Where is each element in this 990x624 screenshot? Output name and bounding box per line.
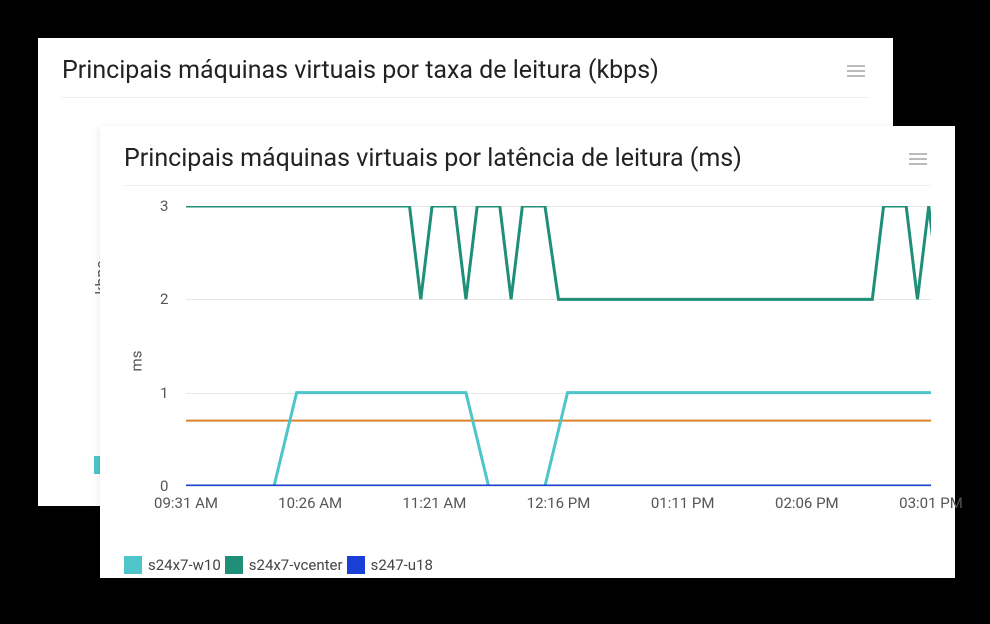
legend-label: s247-u18 (371, 556, 433, 574)
legend-item[interactable]: s24x7-vcenter (225, 556, 343, 574)
grid-line (186, 486, 931, 487)
x-tick-label: 01:11 PM (651, 494, 715, 512)
x-tick-label: 12:16 PM (527, 494, 591, 512)
chart-card-read-latency: Principais máquinas virtuais por latênci… (100, 126, 955, 578)
legend-swatch (124, 556, 142, 574)
legend-item[interactable]: s24x7-w10 (124, 556, 221, 574)
hamburger-menu-icon[interactable] (843, 61, 869, 81)
hamburger-menu-icon[interactable] (905, 149, 931, 169)
chart-lines (186, 206, 931, 486)
card-header: Principais máquinas virtuais por latênci… (124, 144, 931, 186)
y-tick-label: 1 (160, 384, 168, 402)
legend: s24x7-w10 s24x7-vcenter s247-u18 (124, 556, 931, 574)
x-tick-label: 03:01 PM (899, 494, 963, 512)
chart-area: ms 012309:31 AM10:26 AM11:21 AM12:16 PM0… (124, 206, 931, 516)
card-header: Principais máquinas virtuais por taxa de… (62, 56, 869, 98)
y-axis-label: ms (127, 351, 145, 372)
legend-swatch (225, 556, 243, 574)
series-line (186, 393, 931, 486)
series-line (186, 206, 931, 299)
x-tick-label: 02:06 PM (775, 494, 839, 512)
legend-label: s24x7-w10 (148, 556, 221, 574)
legend-item[interactable]: s247-u18 (347, 556, 433, 574)
card-title: Principais máquinas virtuais por taxa de… (62, 56, 659, 85)
x-tick-label: 11:21 AM (402, 494, 466, 512)
legend-label: s24x7-vcenter (249, 556, 343, 574)
legend-swatch (347, 556, 365, 574)
y-tick-label: 0 (160, 477, 168, 495)
y-tick-label: 3 (160, 197, 168, 215)
plot-region: 012309:31 AM10:26 AM11:21 AM12:16 PM01:1… (186, 206, 931, 486)
x-tick-label: 10:26 AM (278, 494, 342, 512)
card-title: Principais máquinas virtuais por latênci… (124, 144, 742, 173)
x-tick-label: 09:31 AM (154, 494, 218, 512)
y-tick-label: 2 (160, 290, 168, 308)
